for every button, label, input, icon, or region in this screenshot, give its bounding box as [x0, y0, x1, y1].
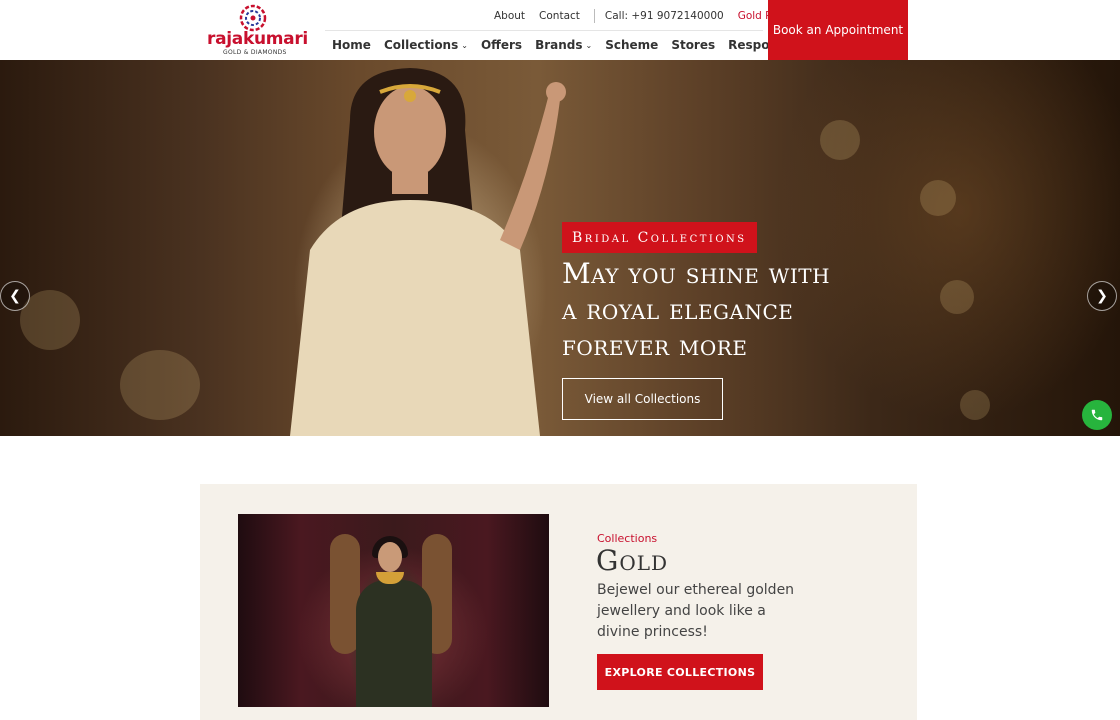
- gold-collection-image[interactable]: [238, 514, 549, 707]
- hero-badge: Bridal Collections: [562, 222, 757, 253]
- chevron-down-icon: ⌄: [585, 40, 593, 50]
- hero-banner: Bridal Collections May you shine with a …: [0, 60, 1120, 436]
- hero-title-line: a royal elegance: [562, 293, 794, 326]
- carousel-next-button[interactable]: ❯: [1087, 281, 1117, 311]
- bokeh-light: [960, 390, 990, 420]
- collection-section: Collections Gold Bejewel our ethereal go…: [200, 484, 917, 720]
- explore-collections-button[interactable]: EXPLORE COLLECTIONS: [597, 654, 763, 690]
- bokeh-light: [940, 280, 974, 314]
- contact-link[interactable]: Contact: [539, 10, 580, 22]
- nav-item-home[interactable]: Home: [332, 38, 371, 52]
- utility-bar: About Contact Call: +91 9072140000 Gold …: [494, 8, 789, 24]
- face: [378, 542, 402, 572]
- book-appointment-button[interactable]: Book an Appointment: [768, 0, 908, 60]
- site-header: rajakumari GOLD & DIAMONDS About Contact…: [0, 0, 1120, 60]
- nav-item-scheme[interactable]: Scheme: [605, 38, 658, 52]
- bokeh-light: [820, 120, 860, 160]
- call-link[interactable]: Call: +91 9072140000: [605, 10, 724, 22]
- hero-title: May you shine with a royal elegance fore…: [562, 256, 902, 364]
- logo-tagline: GOLD & DIAMONDS: [223, 49, 287, 56]
- divider: [593, 9, 595, 23]
- nav-label: Offers: [480, 38, 523, 52]
- dress: [356, 580, 432, 707]
- nav-item-offers[interactable]: Offers: [481, 38, 522, 52]
- model-figure: [290, 68, 566, 436]
- carousel-prev-button[interactable]: ❮: [0, 281, 30, 311]
- logo-mark-icon: [239, 4, 267, 32]
- nav-item-brands[interactable]: Brands ⌄: [535, 38, 592, 52]
- collection-title: Gold: [596, 544, 669, 577]
- phone-icon: [1091, 409, 1103, 421]
- view-all-collections-button[interactable]: View all Collections: [562, 378, 723, 420]
- hero-title-line: May you shine with: [562, 257, 831, 290]
- nav-item-collections[interactable]: Collections ⌄: [384, 38, 468, 52]
- call-fab-button[interactable]: [1082, 400, 1112, 430]
- hero-title-line: forever more: [562, 329, 748, 362]
- nav-label: Scheme: [605, 38, 659, 52]
- brand-logo[interactable]: rajakumari GOLD & DIAMONDS: [205, 4, 308, 58]
- nav-label: Collections: [383, 38, 459, 52]
- logo-wordmark: rajakumari: [207, 29, 308, 49]
- chevron-left-icon: ❮: [9, 288, 21, 304]
- nav-label: Home: [332, 38, 371, 52]
- about-link[interactable]: About: [494, 10, 525, 22]
- nav-label: Stores: [671, 38, 716, 52]
- header-divider: [325, 30, 763, 31]
- nav-item-stores[interactable]: Stores: [671, 38, 715, 52]
- collection-description: Bejewel our ethereal golden jewellery an…: [597, 582, 795, 640]
- chevron-right-icon: ❯: [1096, 288, 1108, 304]
- chevron-down-icon: ⌄: [461, 40, 468, 50]
- bokeh-light: [920, 180, 956, 216]
- bokeh-light: [120, 350, 200, 420]
- nav-label: Brands: [535, 38, 583, 52]
